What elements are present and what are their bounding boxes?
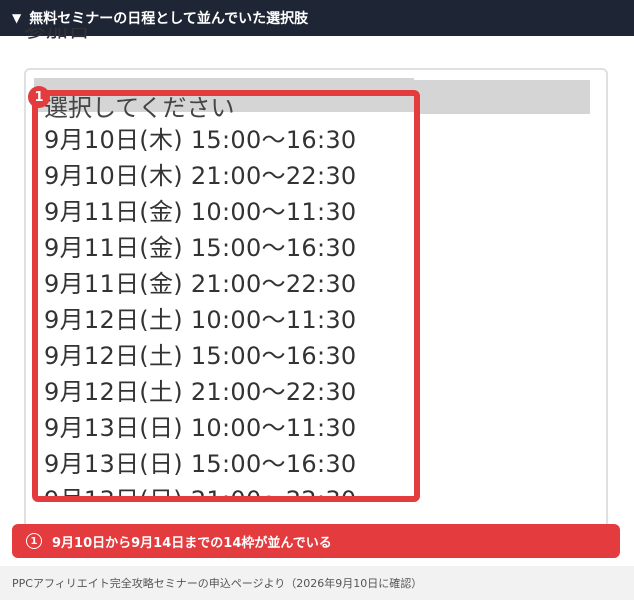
annotation-badge: 1 — [28, 86, 50, 108]
callout-number-icon: 1 — [26, 533, 42, 549]
field-label-text: 参加日 — [24, 28, 91, 43]
caption-text: PPCアフィリエイト完全攻略セミナーの申込ページより（2026年9月10日に確認… — [12, 577, 423, 590]
triangle-down-icon[interactable]: ▼ — [12, 11, 21, 25]
header-title: 無料セミナーの日程として並んでいた選択肢 — [29, 11, 309, 27]
highlight-frame — [32, 90, 420, 502]
callout-banner: 1 9月10日から9月14日までの14枠が並んでいる — [12, 524, 620, 558]
source-caption: PPCアフィリエイト完全攻略セミナーの申込ページより（2026年9月10日に確認… — [0, 566, 634, 600]
callout-text: 9月10日から9月14日までの14枠が並んでいる — [52, 535, 332, 551]
header-bar: ▼ 無料セミナーの日程として並んでいた選択肢 — [0, 0, 634, 36]
field-label: 参加日 — [24, 28, 90, 50]
placeholder-row-extension — [414, 80, 590, 114]
